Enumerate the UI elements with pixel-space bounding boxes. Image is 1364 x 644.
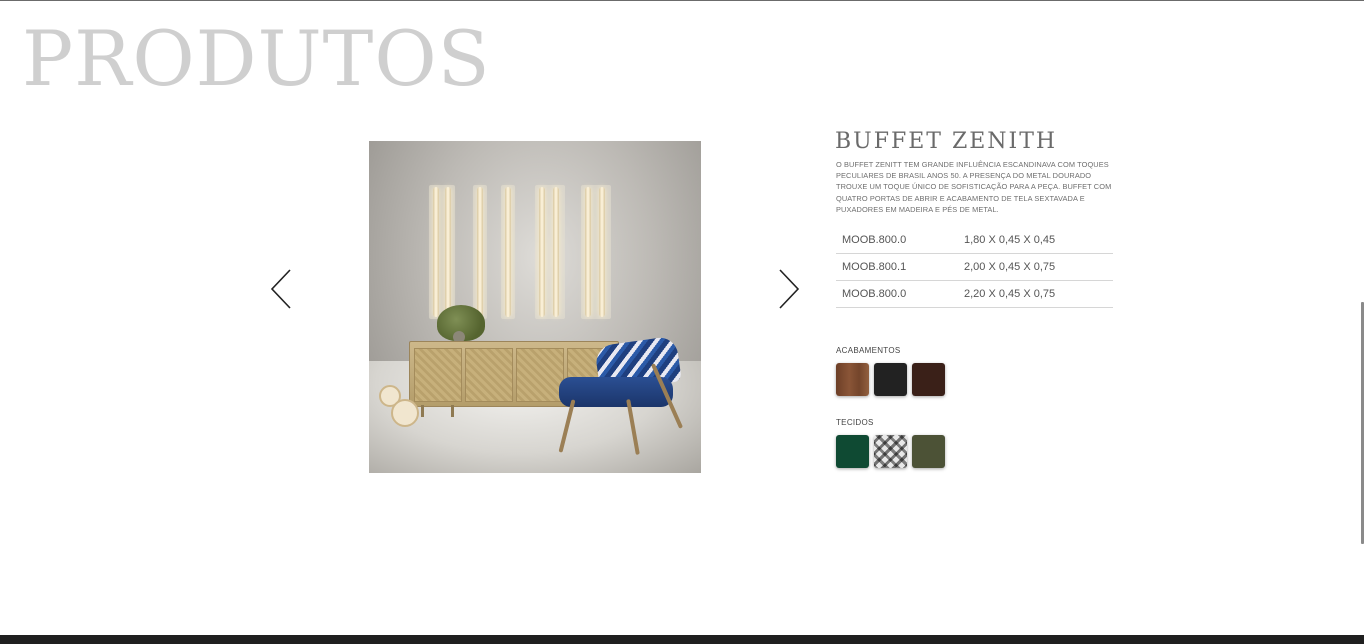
wall-lamp [585,187,591,317]
finishes-swatches [836,363,945,396]
wall-lamp [553,187,559,317]
specs-table: MOOB.800.0 1,80 X 0,45 X 0,45 MOOB.800.1… [836,227,1113,308]
page-title: PRODUTOS [22,14,491,103]
finishes-label: ACABAMENTOS [836,346,901,355]
decor-object [391,399,419,427]
buffet-leg [421,405,424,417]
wall-lamp [477,187,483,317]
armchair-seat [559,377,673,407]
fabrics-label: TECIDOS [836,418,874,427]
product-image [369,141,701,473]
chevron-right-icon [779,269,800,309]
buffet-leg [451,405,454,417]
table-row: MOOB.800.0 1,80 X 0,45 X 0,45 [836,227,1113,254]
spec-dimensions: 2,00 X 0,45 X 0,75 [958,253,1113,281]
spec-code: MOOB.800.0 [836,280,958,308]
fabric-swatch-pattern[interactable] [874,435,907,468]
wall-lamp [445,187,451,317]
chevron-left-icon [270,269,291,309]
footer-bar [0,635,1364,644]
fabrics-swatches [836,435,945,468]
spec-code: MOOB.800.0 [836,227,958,254]
spec-code: MOOB.800.1 [836,253,958,281]
table-row: MOOB.800.0 2,20 X 0,45 X 0,75 [836,280,1113,308]
finish-swatch-black[interactable] [874,363,907,396]
fabric-swatch-olive[interactable] [912,435,945,468]
buffet-door [516,348,564,402]
wall-lamp [539,187,545,317]
wall-lamp [433,187,439,317]
buffet-door [414,348,462,402]
fabric-swatch-green[interactable] [836,435,869,468]
product-description: O BUFFET ZENITT TEM GRANDE INFLUÊNCIA ES… [836,160,1112,214]
wall-lamp [599,187,605,317]
finish-swatch-dark-wood[interactable] [912,363,945,396]
spec-dimensions: 2,20 X 0,45 X 0,75 [958,280,1113,308]
wall-lamp [505,187,511,317]
buffet-door [465,348,513,402]
spec-dimensions: 1,80 X 0,45 X 0,45 [958,227,1113,254]
table-row: MOOB.800.1 2,00 X 0,45 X 0,75 [836,253,1113,281]
product-title: BUFFET ZENITH [835,129,1058,154]
carousel-prev-button[interactable] [269,268,293,310]
finish-swatch-wood[interactable] [836,363,869,396]
top-divider [0,0,1364,1]
carousel-next-button[interactable] [777,268,801,310]
